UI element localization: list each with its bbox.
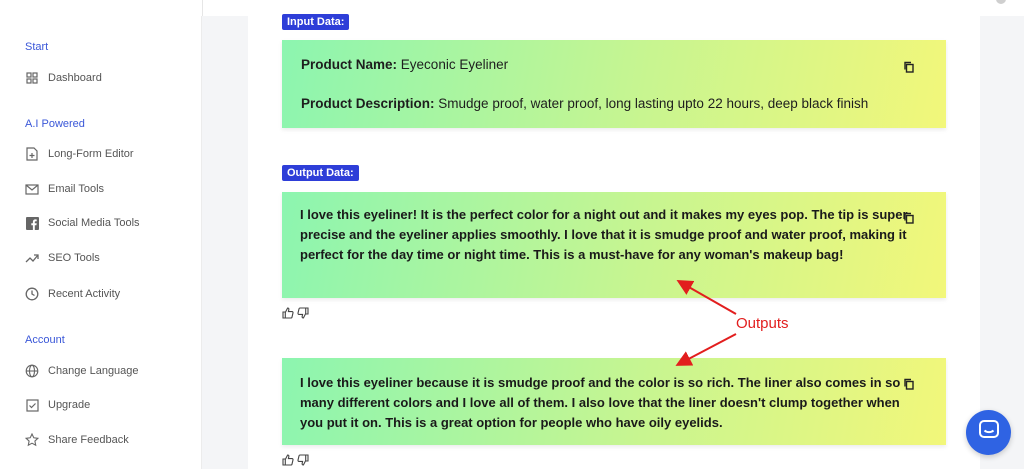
chat-bubble-icon (978, 419, 1000, 446)
outputs-annotation: Outputs (736, 315, 789, 332)
chat-widget-button[interactable] (966, 410, 1011, 455)
arrow-to-output-2 (675, 333, 737, 366)
annotation-arrows (675, 280, 737, 366)
arrow-to-output-1 (676, 280, 737, 315)
